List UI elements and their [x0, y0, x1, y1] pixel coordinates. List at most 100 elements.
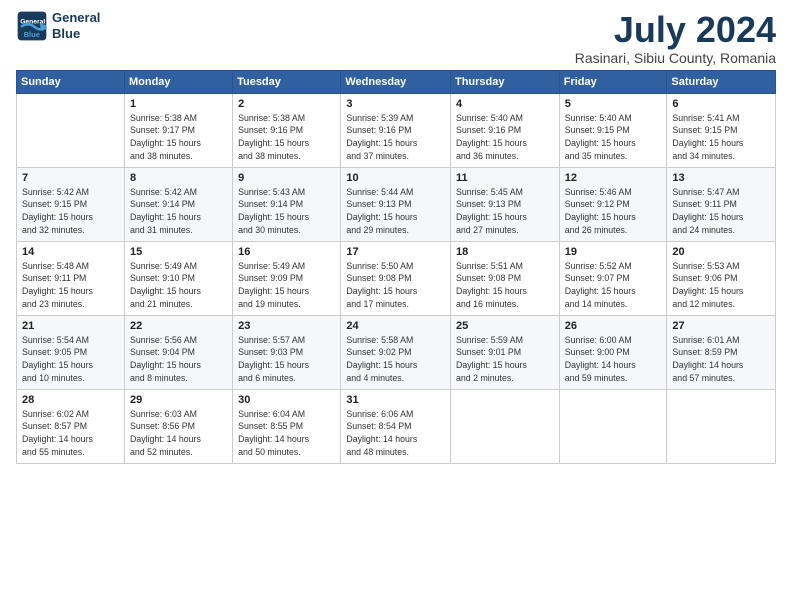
- calendar-cell: 28Sunrise: 6:02 AM Sunset: 8:57 PM Dayli…: [17, 389, 125, 463]
- day-info: Sunrise: 5:48 AM Sunset: 9:11 PM Dayligh…: [22, 260, 119, 311]
- day-info: Sunrise: 5:51 AM Sunset: 9:08 PM Dayligh…: [456, 260, 554, 311]
- calendar-cell: 17 Sunrise: 5:50 AM Sunset: 9:08 PM Dayli…: [341, 241, 451, 315]
- day-number: 21: [22, 320, 119, 332]
- day-number: 5: [565, 98, 662, 110]
- day-number: 7: [22, 172, 119, 184]
- calendar-cell: 6Sunrise: 5:41 AM Sunset: 9:15 PM Daylig…: [667, 93, 776, 167]
- day-info: Sunrise: 5:42 AM Sunset: 9:14 PM Dayligh…: [130, 186, 227, 237]
- day-number: 30: [238, 394, 335, 406]
- calendar-cell: 3 Sunrise: 5:39 AM Sunset: 9:16 PM Daylig…: [341, 93, 451, 167]
- day-number: 27: [672, 320, 770, 332]
- day-number: 8: [130, 172, 227, 184]
- calendar-cell: 2Sunrise: 5:38 AM Sunset: 9:16 PM Daylig…: [233, 93, 341, 167]
- subtitle: Rasinari, Sibiu County, Romania: [575, 50, 776, 66]
- calendar-cell: [17, 93, 125, 167]
- day-number: 12: [565, 172, 662, 184]
- day-header-tuesday: Tuesday: [233, 70, 341, 93]
- day-info: Sunrise: 5:46 AM Sunset: 9:12 PM Dayligh…: [565, 186, 662, 237]
- day-number: 31: [346, 394, 445, 406]
- calendar-cell: 21 Sunrise: 5:54 AM Sunset: 9:05 PM Dayli…: [17, 315, 125, 389]
- day-header-sunday: Sunday: [17, 70, 125, 93]
- page: General Blue General Blue July 2024 Rasi…: [0, 0, 792, 612]
- day-number: 2: [238, 98, 335, 110]
- calendar-week-5: 28Sunrise: 6:02 AM Sunset: 8:57 PM Dayli…: [17, 389, 776, 463]
- day-info: Sunrise: 6:01 AM Sunset: 8:59 PM Dayligh…: [672, 334, 770, 385]
- day-number: 13: [672, 172, 770, 184]
- day-number: 29: [130, 394, 227, 406]
- day-number: 16: [238, 246, 335, 258]
- calendar-cell: 22 Sunrise: 5:56 AM Sunset: 9:04 PM Dayli…: [124, 315, 232, 389]
- day-info: Sunrise: 5:43 AM Sunset: 9:14 PM Dayligh…: [238, 186, 335, 237]
- day-number: 10: [346, 172, 445, 184]
- day-info: Sunrise: 5:47 AM Sunset: 9:11 PM Dayligh…: [672, 186, 770, 237]
- day-info: Sunrise: 5:40 AM Sunset: 9:16 PM Dayligh…: [456, 112, 554, 163]
- day-number: 25: [456, 320, 554, 332]
- calendar-cell: 9 Sunrise: 5:43 AM Sunset: 9:14 PM Daylig…: [233, 167, 341, 241]
- day-number: 23: [238, 320, 335, 332]
- day-info: Sunrise: 5:38 AM Sunset: 9:17 PM Dayligh…: [130, 112, 227, 163]
- day-header-saturday: Saturday: [667, 70, 776, 93]
- day-info: Sunrise: 6:02 AM Sunset: 8:57 PM Dayligh…: [22, 408, 119, 459]
- calendar-cell: 5Sunrise: 5:40 AM Sunset: 9:15 PM Daylig…: [559, 93, 667, 167]
- day-info: Sunrise: 5:39 AM Sunset: 9:16 PM Dayligh…: [346, 112, 445, 163]
- day-header-monday: Monday: [124, 70, 232, 93]
- day-info: Sunrise: 6:06 AM Sunset: 8:54 PM Dayligh…: [346, 408, 445, 459]
- calendar-cell: 11 Sunrise: 5:45 AM Sunset: 9:13 PM Dayli…: [450, 167, 559, 241]
- day-info: Sunrise: 5:58 AM Sunset: 9:02 PM Dayligh…: [346, 334, 445, 385]
- day-number: 11: [456, 172, 554, 184]
- calendar-cell: [450, 389, 559, 463]
- day-header-thursday: Thursday: [450, 70, 559, 93]
- svg-text:Blue: Blue: [24, 30, 40, 39]
- calendar-cell: 20 Sunrise: 5:53 AM Sunset: 9:06 PM Dayli…: [667, 241, 776, 315]
- logo: General Blue General Blue: [16, 10, 100, 42]
- day-info: Sunrise: 5:53 AM Sunset: 9:06 PM Dayligh…: [672, 260, 770, 311]
- calendar-cell: 23Sunrise: 5:57 AM Sunset: 9:03 PM Dayli…: [233, 315, 341, 389]
- day-number: 1: [130, 98, 227, 110]
- day-number: 20: [672, 246, 770, 258]
- day-info: Sunrise: 5:50 AM Sunset: 9:08 PM Dayligh…: [346, 260, 445, 311]
- day-info: Sunrise: 5:41 AM Sunset: 9:15 PM Dayligh…: [672, 112, 770, 163]
- calendar-cell: 8 Sunrise: 5:42 AM Sunset: 9:14 PM Daylig…: [124, 167, 232, 241]
- calendar-cell: 26Sunrise: 6:00 AM Sunset: 9:00 PM Dayli…: [559, 315, 667, 389]
- calendar-cell: 4 Sunrise: 5:40 AM Sunset: 9:16 PM Daylig…: [450, 93, 559, 167]
- day-number: 18: [456, 246, 554, 258]
- day-info: Sunrise: 6:00 AM Sunset: 9:00 PM Dayligh…: [565, 334, 662, 385]
- title-block: July 2024 Rasinari, Sibiu County, Romani…: [575, 10, 776, 66]
- day-info: Sunrise: 5:44 AM Sunset: 9:13 PM Dayligh…: [346, 186, 445, 237]
- day-number: 22: [130, 320, 227, 332]
- calendar-cell: 25 Sunrise: 5:59 AM Sunset: 9:01 PM Dayli…: [450, 315, 559, 389]
- day-header-wednesday: Wednesday: [341, 70, 451, 93]
- calendar-cell: 30Sunrise: 6:04 AM Sunset: 8:55 PM Dayli…: [233, 389, 341, 463]
- day-info: Sunrise: 5:59 AM Sunset: 9:01 PM Dayligh…: [456, 334, 554, 385]
- day-info: Sunrise: 5:52 AM Sunset: 9:07 PM Dayligh…: [565, 260, 662, 311]
- day-number: 3: [346, 98, 445, 110]
- calendar-cell: 13 Sunrise: 5:47 AM Sunset: 9:11 PM Dayli…: [667, 167, 776, 241]
- day-info: Sunrise: 5:42 AM Sunset: 9:15 PM Dayligh…: [22, 186, 119, 237]
- day-number: 24: [346, 320, 445, 332]
- calendar-cell: 24 Sunrise: 5:58 AM Sunset: 9:02 PM Dayli…: [341, 315, 451, 389]
- day-info: Sunrise: 5:49 AM Sunset: 9:09 PM Dayligh…: [238, 260, 335, 311]
- day-number: 9: [238, 172, 335, 184]
- main-title: July 2024: [575, 10, 776, 50]
- calendar-cell: 14Sunrise: 5:48 AM Sunset: 9:11 PM Dayli…: [17, 241, 125, 315]
- calendar-table: SundayMondayTuesdayWednesdayThursdayFrid…: [16, 70, 776, 464]
- day-info: Sunrise: 6:03 AM Sunset: 8:56 PM Dayligh…: [130, 408, 227, 459]
- day-info: Sunrise: 5:54 AM Sunset: 9:05 PM Dayligh…: [22, 334, 119, 385]
- logo-icon: General Blue: [16, 10, 48, 42]
- day-info: Sunrise: 5:56 AM Sunset: 9:04 PM Dayligh…: [130, 334, 227, 385]
- calendar-cell: 16 Sunrise: 5:49 AM Sunset: 9:09 PM Dayli…: [233, 241, 341, 315]
- calendar-cell: 15Sunrise: 5:49 AM Sunset: 9:10 PM Dayli…: [124, 241, 232, 315]
- calendar-cell: [667, 389, 776, 463]
- calendar-cell: 27 Sunrise: 6:01 AM Sunset: 8:59 PM Dayli…: [667, 315, 776, 389]
- calendar-week-2: 7 Sunrise: 5:42 AM Sunset: 9:15 PM Daylig…: [17, 167, 776, 241]
- day-number: 17: [346, 246, 445, 258]
- calendar-header-row: SundayMondayTuesdayWednesdayThursdayFrid…: [17, 70, 776, 93]
- calendar-cell: [559, 389, 667, 463]
- day-number: 4: [456, 98, 554, 110]
- calendar-cell: 18 Sunrise: 5:51 AM Sunset: 9:08 PM Dayli…: [450, 241, 559, 315]
- day-header-friday: Friday: [559, 70, 667, 93]
- calendar-week-3: 14Sunrise: 5:48 AM Sunset: 9:11 PM Dayli…: [17, 241, 776, 315]
- day-info: Sunrise: 5:49 AM Sunset: 9:10 PM Dayligh…: [130, 260, 227, 311]
- calendar-cell: 31 Sunrise: 6:06 AM Sunset: 8:54 PM Dayli…: [341, 389, 451, 463]
- day-info: Sunrise: 5:45 AM Sunset: 9:13 PM Dayligh…: [456, 186, 554, 237]
